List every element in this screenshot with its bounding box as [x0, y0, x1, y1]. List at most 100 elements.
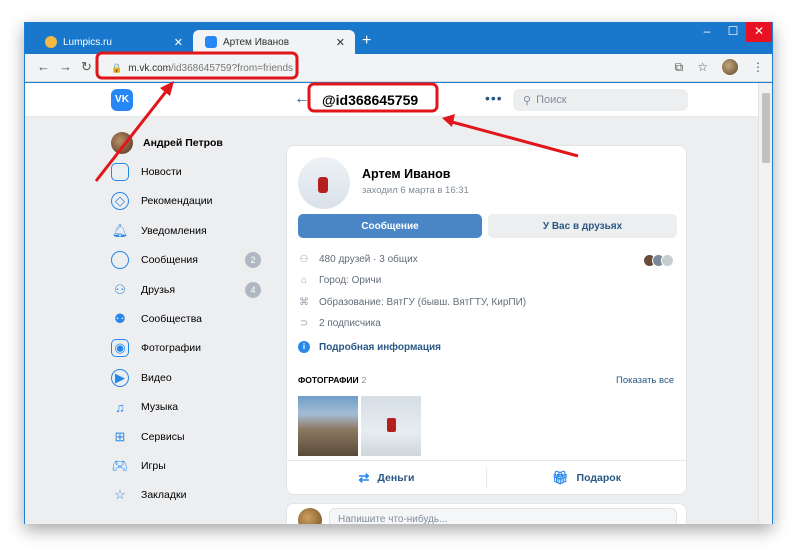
gift-label: Подарок — [576, 471, 621, 484]
tab-title: Lumpics.ru — [63, 36, 112, 48]
sidebar-item-label: Новости — [141, 166, 182, 179]
sidebar-item-label: Музыка — [141, 401, 179, 414]
vk-header: VK ← @id368645759 ••• ⚲ Поиск — [25, 83, 758, 117]
gift-icon: 🎁︎ — [552, 469, 569, 485]
photo-thumbnail[interactable] — [361, 396, 421, 456]
sidebar-item-friends[interactable]: ⚇ Друзья 4 — [111, 275, 271, 304]
show-all-link[interactable]: Показать все — [616, 375, 674, 386]
sidebar-item-photos[interactable]: ◉ Фотографии — [111, 334, 271, 363]
home-icon: ⌂ — [300, 275, 308, 286]
sidebar-item-label: Сообщества — [141, 313, 202, 326]
info-followers[interactable]: ⊃ 2 подписчика — [298, 318, 381, 329]
avatar — [111, 131, 133, 154]
page-viewport: VK ← @id368645759 ••• ⚲ Поиск Андрей Пет… — [25, 83, 772, 524]
forward-icon[interactable]: → — [59, 59, 72, 74]
sidebar-item-label: Видео — [141, 371, 172, 384]
profile-avatar[interactable] — [722, 59, 738, 75]
vk-favicon-icon — [205, 36, 217, 48]
back-arrow-icon[interactable]: ← — [294, 90, 310, 108]
lumpics-favicon-icon — [45, 36, 57, 48]
compass-icon: ◇ — [111, 192, 129, 211]
url-domain: m.vk.com — [128, 62, 171, 74]
photo-thumbnail[interactable] — [298, 396, 358, 456]
vk-logo[interactable]: VK — [111, 89, 133, 111]
info-text: 2 подписчика — [319, 318, 381, 329]
friends-icon: ⚇ — [114, 281, 126, 297]
sidebar-item-games[interactable]: 🎮︎ Игры — [111, 451, 271, 480]
search-input[interactable]: ⚲ Поиск — [513, 89, 688, 111]
info-city: ⌂ Город: Оричи — [298, 275, 381, 286]
post-input[interactable]: Напишите что-нибудь... — [329, 508, 677, 524]
address-bar: ← → ↻ 🔒 m.vk.com /id368645759?from=frien… — [25, 54, 772, 82]
friends-status-button[interactable]: У Вас в друзьях — [488, 214, 677, 238]
message-icon — [111, 251, 129, 270]
bookmark-star-icon[interactable]: ☆ — [697, 60, 708, 74]
window-close-icon[interactable]: ✕ — [746, 22, 772, 42]
info-education: ⌘ Образование: ВятГУ (бывш. ВятГТУ, КирПИ… — [298, 297, 526, 308]
info-text: Образование: ВятГУ (бывш. ВятГТУ, КирПИ) — [319, 297, 527, 308]
info-text: Город: Оричи — [319, 275, 382, 286]
sidebar-item-label: Сервисы — [141, 430, 185, 443]
tab-bar: Lumpics.ru ✕ Артем Иванов ✕ + – ☐ ✕ — [25, 22, 772, 54]
more-icon[interactable]: ••• — [485, 90, 503, 106]
sidebar-user[interactable]: Андрей Петров — [111, 128, 271, 157]
info-friends[interactable]: ⚇ 480 друзей · 3 общих — [298, 254, 418, 265]
sidebar-item-communities[interactable]: ⚉ Сообщества — [111, 304, 271, 333]
reload-icon[interactable]: ↻ — [81, 59, 92, 75]
sidebar-item-messages[interactable]: Сообщения 2 — [111, 246, 271, 275]
sidebar-item-label: Закладки — [141, 489, 187, 502]
info-text: 480 друзей · 3 общих — [319, 254, 418, 265]
profile-status: заходил 6 марта в 16:31 — [362, 185, 469, 196]
sidebar-item-video[interactable]: ▶ Видео — [111, 363, 271, 392]
gift-button[interactable]: 🎁︎ Подарок — [487, 461, 686, 494]
bell-icon: 🔔︎ — [111, 222, 129, 238]
new-tab-button[interactable]: + — [362, 32, 371, 50]
services-icon: ⊞ — [114, 428, 126, 444]
profile-card: Артем Иванов заходил 6 марта в 16:31 Соо… — [286, 145, 687, 495]
profile-photo[interactable] — [298, 157, 350, 209]
tab-title: Артем Иванов — [223, 36, 290, 48]
info-text: Подробная информация — [319, 341, 441, 353]
maximize-icon[interactable]: ☐ — [720, 22, 746, 42]
user-icon: ⚇ — [299, 254, 309, 265]
money-transfer-icon: ⇄ — [358, 469, 370, 485]
close-icon[interactable]: ✕ — [336, 36, 345, 49]
money-label: Деньги — [377, 471, 415, 484]
post-composer: Напишите что-нибудь... — [286, 503, 687, 524]
money-button[interactable]: ⇄ Деньги — [287, 461, 486, 494]
tab-profile[interactable]: Артем Иванов ✕ — [193, 30, 355, 54]
url-field[interactable]: 🔒 m.vk.com /id368645759?from=friends — [105, 57, 700, 79]
sidebar-user-name: Андрей Петров — [143, 136, 223, 149]
page-title: @id368645759 — [322, 92, 419, 108]
message-button[interactable]: Сообщение — [298, 214, 482, 238]
sidebar-item-notifications[interactable]: 🔔︎ Уведомления — [111, 216, 271, 245]
close-icon[interactable]: ✕ — [174, 36, 183, 49]
sidebar-item-label: Сообщения — [141, 254, 198, 267]
scrollbar-thumb[interactable] — [762, 93, 770, 163]
sidebar-item-bookmarks[interactable]: ☆ Закладки — [111, 481, 271, 510]
rss-icon: ⊃ — [299, 318, 309, 329]
graduation-cap-icon: ⌘ — [299, 297, 309, 308]
sidebar-item-news[interactable]: Новости — [111, 157, 271, 186]
sidebar-item-recommendations[interactable]: ◇ Рекомендации — [111, 187, 271, 216]
url-path: /id368645759?from=friends — [171, 62, 294, 74]
sidebar: Андрей Петров Новости ◇ Рекомендации 🔔︎ Ув… — [111, 128, 271, 510]
open-in-app-icon[interactable]: ⧉ — [675, 60, 684, 75]
menu-kebab-icon[interactable]: ⋮ — [752, 60, 764, 74]
scrollbar[interactable] — [758, 83, 772, 524]
details-link[interactable]: i Подробная информация — [298, 341, 441, 353]
sidebar-item-label: Фотографии — [141, 342, 202, 355]
lock-icon: 🔒 — [111, 62, 123, 73]
tab-lumpics[interactable]: Lumpics.ru ✕ — [33, 30, 193, 54]
back-icon[interactable]: ← — [37, 59, 50, 74]
star-icon: ☆ — [114, 487, 126, 503]
communities-icon: ⚉ — [114, 311, 126, 327]
info-icon: i — [298, 341, 310, 353]
mutual-friends-avatars[interactable] — [643, 254, 674, 267]
avatar — [298, 508, 322, 524]
sidebar-item-label: Уведомления — [141, 224, 207, 237]
sidebar-item-music[interactable]: ♫ Музыка — [111, 393, 271, 422]
minimize-icon[interactable]: – — [694, 22, 720, 42]
sidebar-item-services[interactable]: ⊞ Сервисы — [111, 422, 271, 451]
search-icon: ⚲ — [523, 94, 532, 107]
